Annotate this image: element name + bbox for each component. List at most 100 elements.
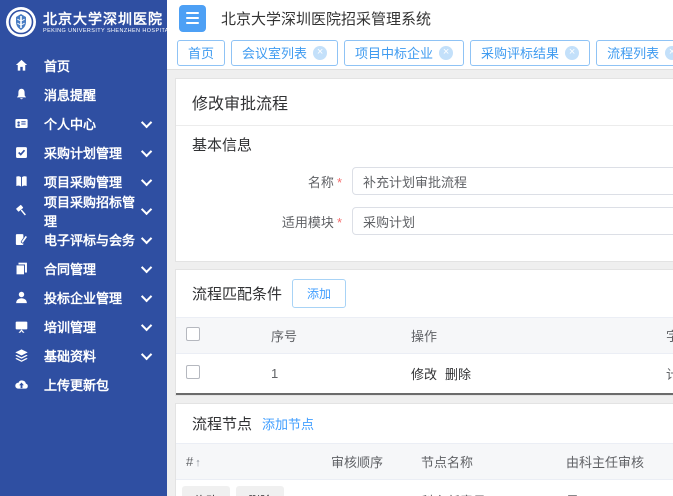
column-seq: 序号 (261, 318, 401, 354)
copy-icon (13, 261, 29, 277)
sidebar: 北京大学深圳医院 PEKING UNIVERSITY SHENZHEN HOSP… (0, 0, 167, 496)
sidebar-item-label: 采购计划管理 (44, 143, 122, 162)
module-field[interactable] (352, 207, 673, 235)
sidebar-item-label: 基础资料 (44, 346, 96, 365)
page-title: 修改审批流程 (176, 79, 673, 126)
form-row-name: 名称* (192, 167, 673, 195)
sidebar-item-upload-package[interactable]: 上传更新包 (0, 370, 167, 399)
sidebar-item-label: 首页 (44, 56, 70, 75)
sort-asc-icon: ↑ (195, 457, 201, 469)
node-name-cell: 科主任意见 (411, 480, 556, 496)
main-area: 北京大学深圳医院招采管理系统 首页 会议室列表 × 项目中标企业 × 采购评标结… (167, 0, 673, 496)
table-row: 修改删除 1 科主任意见 是 (176, 480, 673, 496)
sidebar-item-profile[interactable]: 个人中心 (0, 109, 167, 138)
app-window: 北京大学深圳医院 PEKING UNIVERSITY SHENZHEN HOSP… (0, 0, 673, 496)
book-icon (13, 174, 29, 190)
user-icon (13, 290, 29, 306)
column-dept-head: 由科主任审核 (556, 444, 673, 480)
sidebar-item-bidder-companies[interactable]: 投标企业管理 (0, 283, 167, 312)
column-ops[interactable]: #↑ (176, 444, 321, 480)
name-field[interactable] (352, 167, 673, 195)
layers-icon (13, 348, 29, 364)
top-header: 北京大学深圳医院招采管理系统 (167, 0, 673, 36)
tab-label: 流程列表 (607, 43, 659, 62)
tab-meeting-room-list[interactable]: 会议室列表 × (231, 40, 338, 66)
sidebar-item-label: 上传更新包 (44, 375, 109, 394)
sidebar-item-label: 电子评标与会务 (44, 230, 135, 249)
process-nodes-table: #↑ 审核顺序 节点名称 由科主任审核 修改删除 1 科主任意见 (176, 443, 673, 496)
sidebar-item-training[interactable]: 培训管理 (0, 312, 167, 341)
tab-home[interactable]: 首页 (177, 40, 225, 66)
hospital-logo: 北京大学深圳医院 PEKING UNIVERSITY SHENZHEN HOSP… (0, 0, 167, 43)
tab-project-winning-companies[interactable]: 项目中标企业 × (344, 40, 464, 66)
form-row-module: 适用模块* (192, 207, 673, 235)
required-asterisk: * (337, 175, 342, 190)
tab-evaluation-results[interactable]: 采购评标结果 × (470, 40, 590, 66)
row-checkbox[interactable] (186, 365, 200, 379)
hamburger-icon[interactable] (179, 5, 206, 32)
sidebar-item-base-data[interactable]: 基础资料 (0, 341, 167, 370)
delete-link[interactable]: 删除 (445, 367, 471, 382)
actions-cell: 修改删除 (401, 354, 656, 395)
module-field-label: 适用模块* (192, 212, 342, 231)
sidebar-item-label: 项目采购管理 (44, 172, 122, 191)
delete-button[interactable]: 删除 (236, 486, 284, 496)
match-conditions-title: 流程匹配条件 (192, 283, 282, 304)
sidebar-item-label: 培训管理 (44, 317, 96, 336)
sidebar-item-label: 项目采购招标管理 (44, 192, 144, 230)
select-all-checkbox[interactable] (186, 327, 200, 341)
column-clipped: 字 (656, 318, 673, 354)
hospital-name-en: PEKING UNIVERSITY SHENZHEN HOSPITAL (43, 28, 167, 34)
edit-link[interactable]: 修改 (411, 367, 437, 382)
ops-cell: 修改删除 (176, 480, 321, 496)
close-icon[interactable]: × (665, 46, 673, 60)
sidebar-item-contract-management[interactable]: 合同管理 (0, 254, 167, 283)
tab-label: 会议室列表 (242, 43, 307, 62)
basic-info-section-title: 基本信息 (192, 134, 673, 155)
chevron-down-icon (141, 348, 152, 359)
clipped-cell: 计 (656, 354, 673, 395)
tab-label: 项目中标企业 (355, 43, 433, 62)
seq-cell: 1 (261, 354, 401, 395)
table-row: 1 修改删除 计 (176, 354, 673, 395)
bell-icon (13, 87, 29, 103)
match-conditions-table: 序号 操作 字 1 修改删除 计 (176, 317, 673, 395)
required-asterisk: * (337, 215, 342, 230)
close-icon[interactable]: × (313, 46, 327, 60)
process-nodes-title: 流程节点 (192, 413, 252, 434)
sidebar-item-procurement-plan[interactable]: 采购计划管理 (0, 138, 167, 167)
cloud-upload-icon (13, 377, 29, 393)
tab-process-list[interactable]: 流程列表 × (596, 40, 673, 66)
process-nodes-card: 流程节点 添加节点 #↑ 审核顺序 节点名称 由科主任审核 (175, 403, 673, 496)
chevron-down-icon (141, 116, 152, 127)
content-area: 修改审批流程 基本信息 名称* 适用模块* 流程匹配条件 (167, 70, 673, 496)
add-condition-button[interactable]: 添加 (292, 279, 346, 308)
tab-label: 采购评标结果 (481, 43, 559, 62)
plan-check-icon (13, 145, 29, 161)
gavel-icon (13, 203, 29, 219)
hospital-emblem-icon (6, 7, 36, 37)
presentation-icon (13, 319, 29, 335)
column-node-name: 节点名称 (411, 444, 556, 480)
sidebar-item-notifications[interactable]: 消息提醒 (0, 80, 167, 109)
table-header-row: #↑ 审核顺序 节点名称 由科主任审核 (176, 444, 673, 480)
sidebar-item-bidding-management[interactable]: 项目采购招标管理 (0, 196, 167, 225)
sidebar-menu: 首页 消息提醒 个人中心 采购计划管理 项目采购管理 (0, 43, 167, 399)
tab-label: 首页 (188, 43, 214, 62)
tab-bar: 首页 会议室列表 × 项目中标企业 × 采购评标结果 × 流程列表 × 流程 × (167, 36, 673, 70)
column-order: 审核顺序 (321, 444, 411, 480)
edit-button[interactable]: 修改 (182, 486, 230, 496)
home-icon (13, 58, 29, 74)
id-card-icon (13, 116, 29, 132)
dept-head-cell: 是 (556, 480, 673, 496)
sidebar-item-label: 个人中心 (44, 114, 96, 133)
close-icon[interactable]: × (439, 46, 453, 60)
chevron-down-icon (141, 145, 152, 156)
name-field-label: 名称* (192, 172, 342, 191)
add-node-link[interactable]: 添加节点 (262, 414, 314, 433)
chevron-down-icon (141, 232, 152, 243)
basic-info-card: 修改审批流程 基本信息 名称* 适用模块* (175, 78, 673, 262)
sidebar-item-home[interactable]: 首页 (0, 51, 167, 80)
sidebar-item-label: 消息提醒 (44, 85, 96, 104)
close-icon[interactable]: × (565, 46, 579, 60)
